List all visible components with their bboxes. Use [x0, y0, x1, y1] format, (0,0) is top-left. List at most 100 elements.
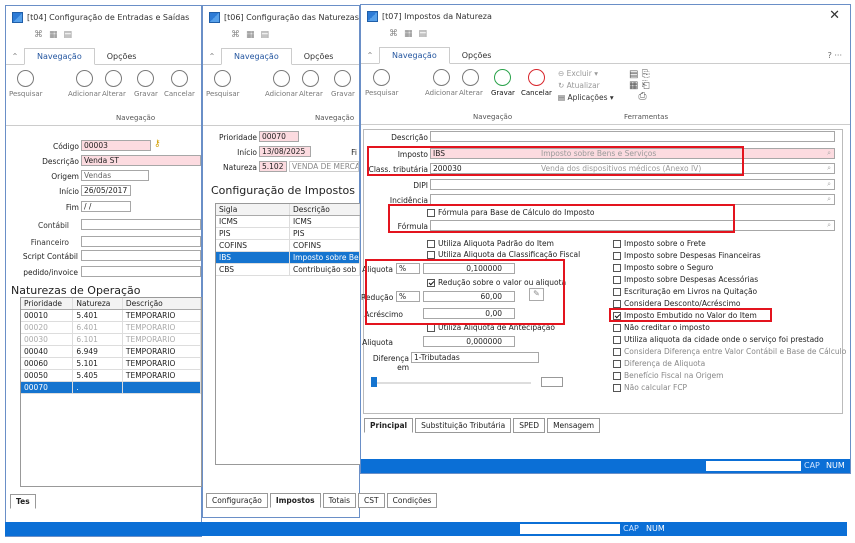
- table-icon[interactable]: ▤: [64, 30, 73, 44]
- add-button[interactable]: Adicionar: [425, 69, 458, 97]
- grid-icon[interactable]: ▦: [49, 30, 58, 44]
- table-row[interactable]: ICMS ICMS: [216, 216, 360, 228]
- applications-button[interactable]: ▤ Aplicações ▾: [558, 93, 614, 102]
- search-button[interactable]: Pesquisar: [365, 69, 399, 97]
- table-row[interactable]: 00040 6.949 TEMPORARIO: [21, 346, 201, 358]
- tab-configuracao[interactable]: Configuração: [206, 493, 268, 508]
- col-descricao[interactable]: Descrição: [290, 204, 360, 215]
- checkbox-diferenca-aliquota[interactable]: Diferença de Aliquota: [613, 359, 705, 368]
- pin-icon[interactable]: ⌘: [231, 30, 240, 44]
- lookup-icon[interactable]: ⌕: [827, 221, 831, 230]
- descricao-field[interactable]: [430, 131, 835, 142]
- checkbox-nao-creditar[interactable]: Não creditar o imposto: [613, 323, 710, 332]
- lookup-icon[interactable]: ⌕: [827, 180, 831, 189]
- table-row[interactable]: PIS PIS: [216, 228, 360, 240]
- tab-opcoes[interactable]: Opções: [95, 52, 149, 64]
- naturezas-grid[interactable]: Prioridade Natureza Descrição 00010 5.401 TE…: [20, 297, 202, 487]
- tab-totais[interactable]: Totais: [322, 493, 357, 508]
- tab-impostos[interactable]: Impostos: [269, 493, 321, 508]
- save-button[interactable]: Gravar: [331, 70, 355, 98]
- aliquota-antecipacao-field[interactable]: 0,000000: [423, 336, 515, 347]
- checkbox-nao-calcular-fcp[interactable]: Não calcular FCP: [613, 383, 687, 392]
- checkbox-desp-financeiras[interactable]: Imposto sobre Despesas Financeiras: [613, 251, 761, 260]
- col-sigla[interactable]: Sigla: [216, 204, 290, 215]
- table-row[interactable]: IBS Imposto sobre Ben: [216, 252, 360, 264]
- table-icon[interactable]: ▤: [261, 30, 270, 44]
- lookup-icon[interactable]: ⌕: [827, 149, 831, 158]
- origem-select[interactable]: Vendas: [81, 170, 149, 181]
- checkbox-considera-diferenca[interactable]: Considera Diferença entre Valor Contábil…: [613, 347, 846, 356]
- checkbox-beneficio-fiscal[interactable]: Benefício Fiscal na Origem: [613, 371, 723, 380]
- grid-icon[interactable]: ▦: [404, 29, 413, 43]
- collapse-ribbon-icon[interactable]: ⌃: [203, 52, 221, 64]
- checkbox-aliquota-cidade[interactable]: Utiliza aliquota da cidade onde o serviç…: [613, 335, 824, 344]
- inicio-field[interactable]: 26/05/2017: [81, 185, 131, 196]
- impostos-grid[interactable]: Sigla Descrição ICMS ICMS PIS PIS COFINS COF…: [215, 203, 361, 465]
- codigo-field[interactable]: 00003: [81, 140, 151, 151]
- pedido-invoice-field[interactable]: [81, 266, 201, 277]
- add-button[interactable]: Adicionar: [68, 70, 101, 98]
- prioridade-field[interactable]: 00070: [259, 131, 299, 142]
- checkbox-seguro[interactable]: Imposto sobre o Seguro: [613, 263, 713, 272]
- checkbox-frete[interactable]: Imposto sobre o Frete: [613, 239, 706, 248]
- tab-mensagem[interactable]: Mensagem: [547, 418, 601, 433]
- diferenca-select[interactable]: 1-Tributadas: [411, 352, 539, 363]
- tab-substituicao-tributaria[interactable]: Substituição Tributária: [415, 418, 512, 433]
- delete-button[interactable]: ⊖ Excluir ▾: [558, 69, 598, 78]
- grid-icon[interactable]: ▦: [246, 30, 255, 44]
- col-prioridade[interactable]: Prioridade: [21, 298, 74, 309]
- tools-icons[interactable]: ▤ ⎘ ▦ ⎗ ⎙: [629, 69, 650, 102]
- table-row[interactable]: 00070.: [21, 382, 201, 394]
- tab-opcoes[interactable]: Opções: [292, 52, 346, 64]
- financeiro-label[interactable]: Financeiro: [11, 238, 69, 247]
- help-icon[interactable]: ? ···: [820, 51, 850, 63]
- table-icon[interactable]: ▤: [419, 29, 428, 43]
- script-contabil-field[interactable]: [81, 250, 201, 261]
- tab-sped[interactable]: SPED: [513, 418, 546, 433]
- inicio-field[interactable]: 13/08/2025: [259, 146, 311, 157]
- edit-button[interactable]: Alterar: [102, 70, 126, 98]
- contabil-label[interactable]: Contábil: [11, 221, 69, 230]
- tab-principal[interactable]: Principal: [364, 418, 414, 433]
- cancel-button[interactable]: Cancelar: [164, 70, 195, 98]
- edit-button[interactable]: Alterar: [459, 69, 483, 97]
- lookup-icon[interactable]: ⌕: [827, 195, 831, 204]
- lookup-icon[interactable]: ⌕: [827, 164, 831, 173]
- fim-field[interactable]: / /: [81, 201, 131, 212]
- edit-button[interactable]: Alterar: [299, 70, 323, 98]
- collapse-ribbon-icon[interactable]: ⌃: [6, 52, 24, 64]
- refresh-button[interactable]: ↻ Atualizar: [558, 81, 600, 90]
- checkbox-aliquota-padrao[interactable]: Utiliza Aliquota Padrão do Item: [427, 239, 554, 248]
- cancel-button[interactable]: Cancelar: [521, 69, 552, 97]
- tab-navegacao[interactable]: Navegação: [379, 47, 450, 64]
- dipi-field[interactable]: ⌕: [430, 179, 835, 190]
- pin-icon[interactable]: ⌘: [34, 30, 43, 44]
- tab-condicoes[interactable]: Condições: [386, 493, 438, 508]
- natureza-field[interactable]: 5.102: [259, 161, 287, 172]
- financeiro-field[interactable]: [81, 236, 201, 247]
- save-button[interactable]: Gravar: [491, 69, 515, 97]
- table-row[interactable]: CBS Contribuição sob: [216, 264, 360, 276]
- add-button[interactable]: Adicionar: [265, 70, 298, 98]
- col-descricao[interactable]: Descrição: [123, 298, 201, 309]
- tab-cst[interactable]: CST: [358, 493, 385, 508]
- tab-navegacao[interactable]: Navegação: [24, 48, 95, 65]
- tab-tes[interactable]: Tes: [10, 494, 36, 509]
- save-button[interactable]: Gravar: [134, 70, 158, 98]
- table-row[interactable]: COFINS COFINS: [216, 240, 360, 252]
- table-row[interactable]: 00050 5.405 TEMPORARIO: [21, 370, 201, 382]
- table-row[interactable]: 00060 5.101 TEMPORARIO: [21, 358, 201, 370]
- checkbox-aliquota-classificacao[interactable]: Utiliza Aliquota da Classificação Fiscal: [427, 250, 580, 259]
- table-row[interactable]: 00010 5.401 TEMPORARIO: [21, 310, 201, 322]
- search-button[interactable]: Pesquisar: [9, 70, 43, 98]
- checkbox-escrituracao[interactable]: Escrituração em Livros na Quitação: [613, 287, 757, 296]
- close-icon[interactable]: ✕: [829, 8, 840, 23]
- checkbox-desconto[interactable]: Considera Desconto/Acréscimo: [613, 299, 741, 308]
- search-button[interactable]: Pesquisar: [206, 70, 240, 98]
- table-row[interactable]: 00020 6.401 TEMPORARIO: [21, 322, 201, 334]
- slider-handle[interactable]: [371, 377, 377, 387]
- contabil-field[interactable]: [81, 219, 201, 230]
- collapse-ribbon-icon[interactable]: ⌃: [361, 51, 379, 63]
- slider-track[interactable]: [371, 382, 531, 384]
- table-row[interactable]: 00030 6.101 TEMPORARIO: [21, 334, 201, 346]
